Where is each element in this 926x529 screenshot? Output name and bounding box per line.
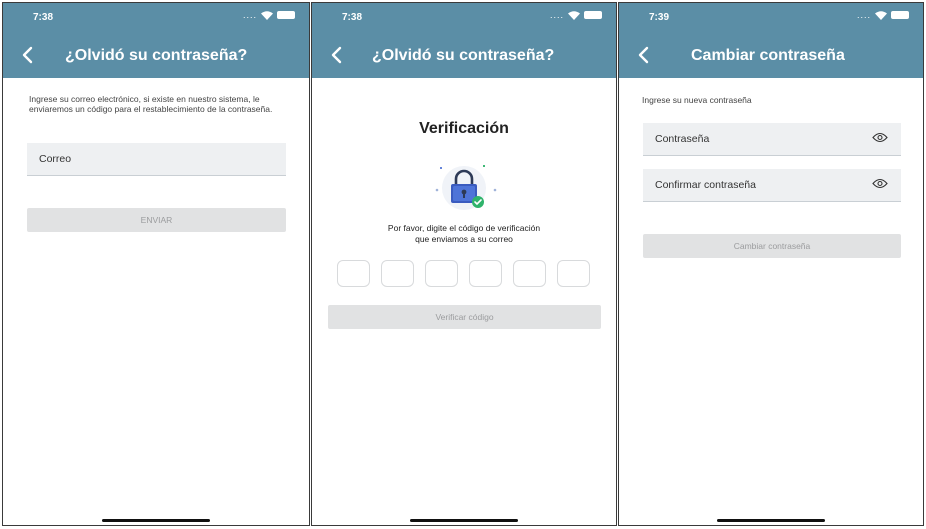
lock-verified-icon [424,163,504,216]
page-title: Cambiar contraseña [691,47,845,64]
battery-icon [584,11,602,19]
email-field[interactable]: Correo [27,143,286,176]
instruction-line-2: que enviamos a su correo [415,234,513,245]
confirm-password-field[interactable]: Confirmar contraseña [643,169,901,202]
back-chevron-icon[interactable] [330,46,344,64]
instruction-text: Ingrese su nueva contraseña [642,95,752,105]
verification-heading: Verificación [419,120,509,137]
code-digit-input[interactable] [381,260,414,287]
verification-instruction: Por favor, digite el código de verificac… [312,223,616,245]
app-header: 7:39 .... Cambiar contraseña [619,3,923,78]
status-icons: .... [550,10,602,20]
code-digit-input[interactable] [425,260,458,287]
signal-icon: .... [856,10,871,20]
confirm-password-placeholder: Confirmar contraseña [655,179,756,191]
forgot-password-screen: 7:38 .... ¿Olvidó su contraseña? Ingrese… [2,2,310,526]
wifi-icon [568,10,580,20]
status-time: 7:39 [649,12,670,23]
back-chevron-icon[interactable] [21,46,35,64]
change-password-button[interactable]: Cambiar contraseña [643,234,901,258]
password-placeholder: Contraseña [655,133,710,145]
change-password-screen: 7:39 .... Cambiar contraseña Ingrese su … [618,2,924,526]
page-title: ¿Olvidó su contraseña? [65,47,248,64]
instruction-line-1: Por favor, digite el código de verificac… [387,223,541,233]
home-indicator [717,519,825,522]
code-digit-input[interactable] [337,260,370,287]
eye-icon[interactable] [872,132,888,146]
home-indicator [410,519,518,522]
verify-code-button[interactable]: Verificar código [328,305,601,329]
wifi-icon [261,10,273,20]
wifi-icon [875,10,887,20]
email-placeholder: Correo [39,153,72,165]
password-field[interactable]: Contraseña [643,123,901,156]
code-digit-input[interactable] [557,260,590,287]
send-button[interactable]: ENVIAR [27,208,286,232]
signal-icon: .... [549,10,564,20]
eye-icon[interactable] [872,178,888,192]
home-indicator [102,519,210,522]
status-time: 7:38 [342,12,363,23]
app-header: 7:38 .... ¿Olvidó su contraseña? [3,3,309,78]
status-icons: .... [857,10,909,20]
status-icons: .... [243,10,295,20]
page-title: ¿Olvidó su contraseña? [372,47,555,64]
code-digit-input[interactable] [513,260,546,287]
verification-screen: 7:38 .... ¿Olvidó su contraseña? Verific… [311,2,617,526]
battery-icon [277,11,295,19]
battery-icon [891,11,909,19]
signal-icon: .... [242,10,257,20]
back-chevron-icon[interactable] [637,46,651,64]
status-time: 7:38 [33,12,54,23]
instruction-text: Ingrese su correo electrónico, si existe… [29,94,273,114]
app-header: 7:38 .... ¿Olvidó su contraseña? [312,3,616,78]
code-digit-input[interactable] [469,260,502,287]
